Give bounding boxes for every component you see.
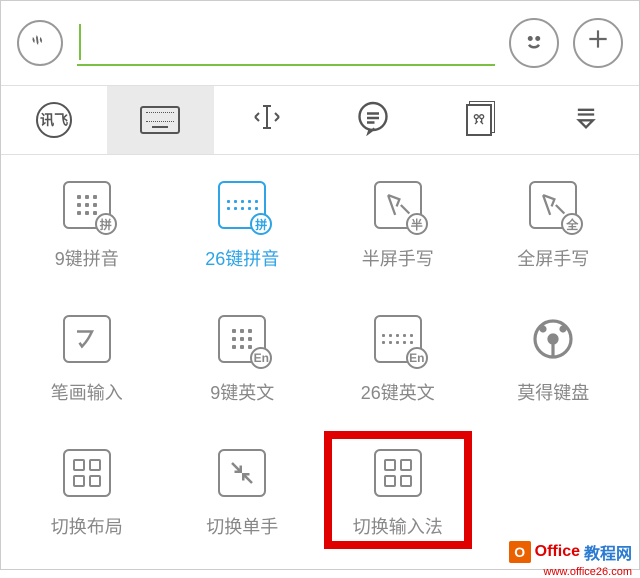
mode-label: 半屏手写 <box>362 245 434 271</box>
compass-icon <box>527 313 579 365</box>
emoji-button[interactable] <box>509 18 559 68</box>
keyboard-mode-grid: 拼 9键拼音 拼 26键拼音 半 半屏手写 <box>1 155 639 547</box>
mode-label: 9键英文 <box>210 379 274 405</box>
add-button[interactable] <box>573 18 623 68</box>
speech-bubble-icon <box>355 100 391 141</box>
apps-grid-icon <box>372 447 424 499</box>
mode-26key-english[interactable]: En 26键英文 <box>320 313 476 405</box>
ifly-logo-icon: 讯飞 <box>36 102 72 138</box>
office-logo-icon: O <box>509 541 531 563</box>
tool-row: 讯飞 <box>1 85 639 155</box>
mode-label: 切换布局 <box>51 513 123 539</box>
shrink-arrows-icon <box>216 447 268 499</box>
keypad-26-en-icon: En <box>372 313 424 365</box>
keypad-9-pinyin-icon: 拼 <box>61 179 113 231</box>
plus-icon <box>585 26 611 60</box>
mode-mode-keyboard[interactable]: 莫得键盘 <box>476 313 632 405</box>
logo-tab[interactable]: 讯飞 <box>1 86 107 154</box>
cursor-tab[interactable] <box>214 86 320 154</box>
mode-half-handwrite[interactable]: 半 半屏手写 <box>320 179 476 271</box>
grid-layout-icon <box>61 447 113 499</box>
mode-switch-layout[interactable]: 切换布局 <box>9 447 165 539</box>
mode-label: 26键拼音 <box>205 245 279 271</box>
mode-full-handwrite[interactable]: 全 全屏手写 <box>476 179 632 271</box>
text-cursor-icon <box>79 24 81 60</box>
clipboard-tab[interactable] <box>426 86 532 154</box>
mode-label: 切换输入法 <box>353 513 443 539</box>
watermark-brand2: 教程网 <box>584 540 632 564</box>
keyboard-tab[interactable] <box>107 86 213 154</box>
keypad-9-en-icon: En <box>216 313 268 365</box>
keypad-26-pinyin-icon: 拼 <box>216 179 268 231</box>
mode-9key-english[interactable]: En 9键英文 <box>165 313 321 405</box>
mode-label: 笔画输入 <box>51 379 123 405</box>
top-bar <box>1 1 639 85</box>
mode-stroke[interactable]: 笔画输入 <box>9 313 165 405</box>
voice-icon <box>29 29 51 57</box>
mode-label: 9键拼音 <box>55 245 119 271</box>
text-input[interactable] <box>77 20 495 66</box>
stroke-input-icon <box>61 313 113 365</box>
watermark-brand1: Office <box>535 543 580 561</box>
watermark-url: www.office26.com <box>544 566 632 578</box>
mode-label: 全屏手写 <box>517 245 589 271</box>
half-handwrite-icon: 半 <box>372 179 424 231</box>
cursor-move-icon <box>250 102 284 139</box>
mode-26key-pinyin[interactable]: 拼 26键拼音 <box>165 179 321 271</box>
mode-switch-ime[interactable]: 切换输入法 <box>320 447 476 539</box>
mode-9key-pinyin[interactable]: 拼 9键拼音 <box>9 179 165 271</box>
collapse-tab[interactable] <box>533 86 639 154</box>
watermark: O Office教程网 www.office26.com <box>509 540 632 564</box>
voice-button[interactable] <box>17 20 63 66</box>
full-handwrite-icon: 全 <box>527 179 579 231</box>
smiley-icon <box>519 26 549 61</box>
keyboard-icon <box>140 106 180 134</box>
clipboard-icon <box>466 104 492 136</box>
mode-label: 26键英文 <box>361 379 435 405</box>
phrases-tab[interactable] <box>320 86 426 154</box>
mode-switch-onehand[interactable]: 切换单手 <box>165 447 321 539</box>
collapse-icon <box>572 104 600 137</box>
mode-label: 切换单手 <box>206 513 278 539</box>
mode-label: 莫得键盘 <box>517 379 589 405</box>
